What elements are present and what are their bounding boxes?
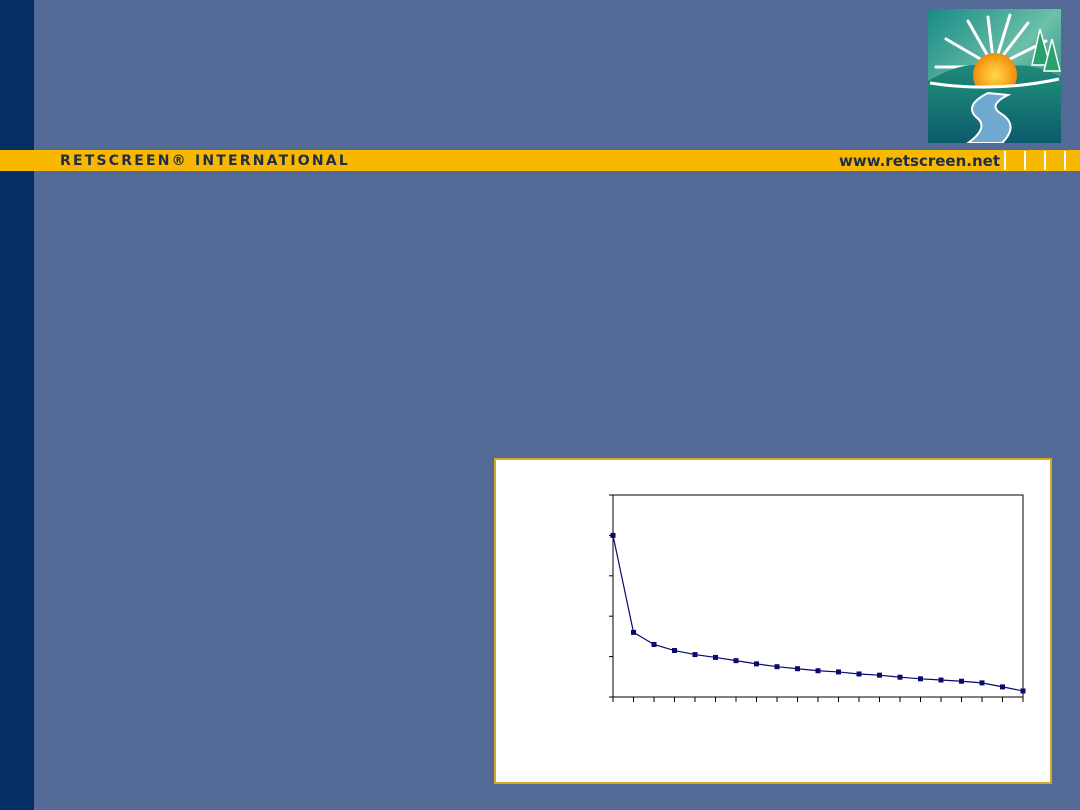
plot-area-border xyxy=(612,494,1024,698)
data-point xyxy=(631,629,636,635)
band-divider xyxy=(1064,151,1080,170)
data-point xyxy=(610,532,616,538)
data-point xyxy=(897,674,903,680)
data-point xyxy=(672,648,677,654)
data-point xyxy=(938,677,944,683)
data-point xyxy=(774,664,780,670)
data-point xyxy=(713,654,718,660)
series-line xyxy=(612,535,1024,692)
data-point xyxy=(651,641,657,647)
data-point xyxy=(918,676,923,682)
data-point xyxy=(815,668,821,674)
data-point xyxy=(877,672,882,678)
website-link[interactable]: www.retscreen.net xyxy=(839,150,1000,171)
data-point xyxy=(692,652,698,658)
data-point xyxy=(754,661,759,667)
chart-panel xyxy=(494,458,1052,784)
line-chart xyxy=(609,494,1026,702)
band-divider xyxy=(1044,151,1063,170)
data-point xyxy=(1000,684,1005,690)
band-divider xyxy=(1024,151,1043,170)
data-point xyxy=(836,669,841,675)
data-point xyxy=(733,658,739,664)
data-point xyxy=(856,671,862,677)
brand-title: RETSCREEN® INTERNATIONAL xyxy=(60,153,350,169)
sunrise-river-logo-icon xyxy=(928,9,1061,144)
data-point xyxy=(795,666,800,672)
data-point xyxy=(979,680,985,686)
left-accent-bar xyxy=(0,0,34,810)
data-point xyxy=(959,678,964,684)
data-point xyxy=(1020,688,1026,694)
band-divider xyxy=(1004,151,1023,170)
